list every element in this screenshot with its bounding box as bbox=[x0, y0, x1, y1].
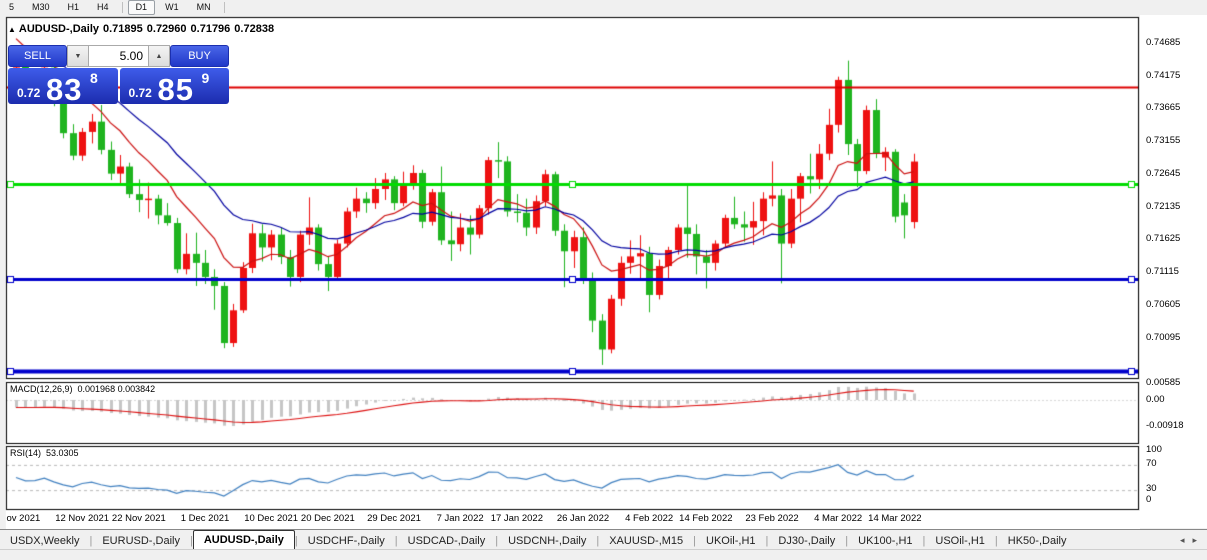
tab-scroll-left-icon[interactable]: ◂ bbox=[1180, 535, 1185, 546]
date-tick-label: 10 Dec 2021 bbox=[244, 513, 298, 524]
tab-usdx-weekly[interactable]: USDX,Weekly bbox=[0, 533, 89, 550]
macd-indicator-label: MACD(12,26,9) 0.001968 0.003842 bbox=[10, 384, 160, 394]
tab-usdchf-daily[interactable]: USDCHF-,Daily bbox=[298, 533, 395, 550]
chart-tab-bar: USDX,Weekly|EURUSD-,Daily|AUDUSD-,Daily|… bbox=[0, 529, 1207, 550]
toolbar-separator bbox=[224, 2, 225, 13]
date-tick-label: 4 Mar 2022 bbox=[814, 513, 862, 524]
timeframe-button-m30[interactable]: M30 bbox=[24, 0, 58, 15]
sell-price-main: 83 bbox=[46, 72, 82, 104]
sell-price-prefix: 0.72 bbox=[17, 86, 40, 100]
volume-input[interactable] bbox=[89, 45, 148, 67]
sell-price-display[interactable]: 0.72 83 8 bbox=[8, 68, 118, 104]
tab-audusd-daily[interactable]: AUDUSD-,Daily bbox=[193, 530, 295, 550]
rsi-value: 53.0305 bbox=[46, 448, 79, 458]
ohlc-close: 0.72838 bbox=[234, 23, 274, 35]
ohlc-low: 0.71796 bbox=[191, 23, 231, 35]
macd-tick-label: -0.00918 bbox=[1146, 420, 1184, 431]
ohlc-high: 0.72960 bbox=[147, 23, 187, 35]
date-tick-label: 14 Feb 2022 bbox=[679, 513, 732, 524]
timeframe-button-h4[interactable]: H4 bbox=[89, 0, 117, 15]
date-tick-label: 12 Nov 2021 bbox=[55, 513, 109, 524]
buy-button[interactable]: BUY bbox=[170, 45, 229, 67]
date-tick-label: 26 Jan 2022 bbox=[557, 513, 609, 524]
rsi-indicator-label: RSI(14) 53.0305 bbox=[10, 448, 84, 458]
date-tick-label: 14 Mar 2022 bbox=[868, 513, 921, 524]
sell-price-pip: 8 bbox=[90, 70, 98, 86]
buy-price-main: 85 bbox=[158, 72, 194, 104]
tab-ukoil-h1[interactable]: UKOil-,H1 bbox=[696, 533, 766, 550]
timeframe-button-w1[interactable]: W1 bbox=[157, 0, 187, 15]
volume-decrease-button[interactable]: ▼ bbox=[67, 45, 89, 67]
chart-symbol: AUDUSD-,Daily bbox=[19, 23, 99, 35]
trading-terminal: 5M30H1H4 D1W1MN 0.74685 0.74175 0.73665 0.73… bbox=[0, 0, 1207, 559]
date-tick-label: 17 Jan 2022 bbox=[491, 513, 543, 524]
tab-uk100-h1[interactable]: UK100-,H1 bbox=[848, 533, 922, 550]
macd-name: MACD(12,26,9) bbox=[10, 384, 73, 394]
price-tick-label: 0.72135 bbox=[1146, 201, 1180, 212]
buy-price-pip: 9 bbox=[202, 70, 210, 86]
price-tick-label: 0.73155 bbox=[1146, 135, 1180, 146]
timeframe-button-h1[interactable]: H1 bbox=[60, 0, 88, 15]
rsi-tick-label: 70 bbox=[1146, 458, 1157, 469]
date-tick-label: 4 Feb 2022 bbox=[625, 513, 673, 524]
macd-tick-label: 0.00585 bbox=[1146, 377, 1180, 388]
buy-price-display[interactable]: 0.72 85 9 bbox=[120, 68, 230, 104]
date-tick-label: 7 Jan 2022 bbox=[437, 513, 484, 524]
price-axis[interactable]: 0.74685 0.74175 0.73665 0.73155 0.72645 0.721… bbox=[1140, 15, 1207, 528]
chevron-up-icon: ▲ bbox=[156, 53, 163, 60]
rsi-tick-label: 0 bbox=[1146, 494, 1151, 505]
macd-values: 0.001968 0.003842 bbox=[78, 384, 156, 394]
tab-usdcnh-daily[interactable]: USDCNH-,Daily bbox=[498, 533, 596, 550]
chevron-down-icon: ▼ bbox=[75, 53, 82, 60]
tab-eurusd-daily[interactable]: EURUSD-,Daily bbox=[92, 533, 190, 550]
timeframe-button-5[interactable]: 5 bbox=[1, 0, 22, 15]
rsi-name: RSI(14) bbox=[10, 448, 41, 458]
chart-title: ▲AUDUSD-,Daily 0.71895 0.72960 0.717960.728… bbox=[8, 23, 278, 35]
toolbar-separator bbox=[122, 2, 123, 13]
tab-xauusd-m15[interactable]: XAUUSD-,M15 bbox=[599, 533, 693, 550]
sell-button[interactable]: SELL bbox=[8, 45, 67, 67]
price-tick-label: 0.71115 bbox=[1146, 266, 1179, 277]
price-tick-label: 0.74175 bbox=[1146, 70, 1180, 81]
volume-increase-button[interactable]: ▲ bbox=[148, 45, 170, 67]
one-click-trading-panel: SELL ▼ ▲ BUY 0.72 83 8 0.72 85 9 bbox=[8, 45, 229, 105]
price-tick-label: 0.70095 bbox=[1146, 332, 1180, 343]
status-strip bbox=[0, 549, 1207, 560]
macd-tick-label: 0.00 bbox=[1146, 394, 1165, 405]
timeframe-toolbar: 5M30H1H4 D1W1MN bbox=[0, 0, 1207, 15]
date-tick-label: 22 Nov 2021 bbox=[112, 513, 166, 524]
date-tick-label: 20 Dec 2021 bbox=[301, 513, 355, 524]
tab-scroll-right-icon[interactable]: ▸ bbox=[1192, 535, 1197, 546]
timeframe-button-mn[interactable]: MN bbox=[189, 0, 219, 15]
timeframe-button-d1[interactable]: D1 bbox=[128, 0, 156, 15]
tab-usdcad-daily[interactable]: USDCAD-,Daily bbox=[398, 533, 496, 550]
date-tick-label: 1 Dec 2021 bbox=[181, 513, 230, 524]
ohlc-open: 0.71895 bbox=[103, 23, 143, 35]
buy-price-prefix: 0.72 bbox=[129, 86, 152, 100]
date-axis[interactable]: 3 Nov 2021 12 Nov 202122 Nov 2021 1 Dec 20… bbox=[6, 511, 1140, 529]
tab-hk50-daily[interactable]: HK50-,Daily bbox=[998, 533, 1077, 550]
price-tick-label: 0.73665 bbox=[1146, 102, 1180, 113]
rsi-tick-label: 30 bbox=[1146, 483, 1157, 494]
chart-cursor-icon: ▲ bbox=[8, 25, 16, 34]
price-tick-label: 0.71625 bbox=[1146, 233, 1180, 244]
date-tick-label: 29 Dec 2021 bbox=[367, 513, 421, 524]
price-tick-label: 0.70605 bbox=[1146, 299, 1180, 310]
tab-usoil-h1[interactable]: USOil-,H1 bbox=[925, 533, 995, 550]
price-tick-label: 0.72645 bbox=[1146, 168, 1180, 179]
date-tick-label: 3 Nov 2021 bbox=[6, 513, 40, 524]
tab-dj30-daily[interactable]: DJ30-,Daily bbox=[768, 533, 845, 550]
date-tick-label: 23 Feb 2022 bbox=[745, 513, 798, 524]
rsi-tick-label: 100 bbox=[1146, 444, 1162, 455]
price-tick-label: 0.74685 bbox=[1146, 37, 1180, 48]
